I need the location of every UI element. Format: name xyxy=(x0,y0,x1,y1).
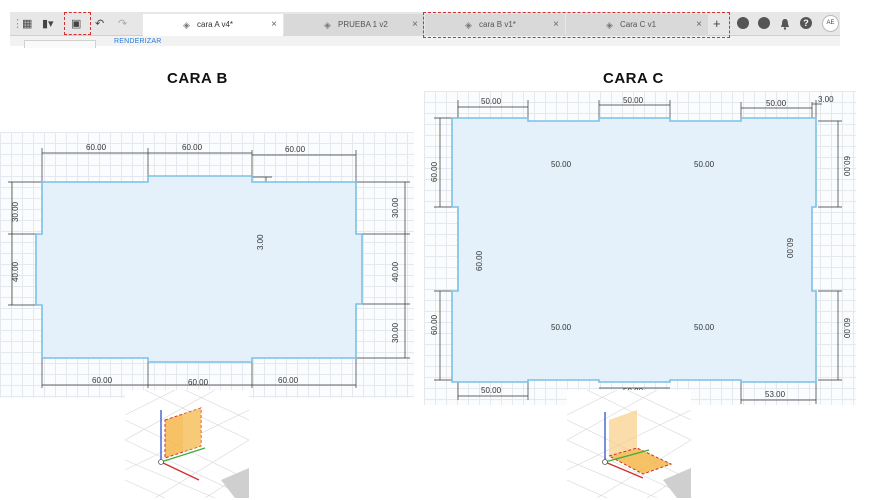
tab-label: PRUEBA 1 v2 xyxy=(338,20,388,29)
dimension-label: 30.00 xyxy=(391,197,400,218)
dimension-label: 60.00 xyxy=(92,376,113,385)
cara-c-title: CARA C xyxy=(603,70,664,87)
dimension-label: 60.00 xyxy=(430,314,439,335)
cara-b-face-outline[interactable] xyxy=(35,175,363,363)
dimension-label: 60.00 xyxy=(188,378,209,387)
dimension-label: 50.00 xyxy=(481,386,502,395)
dimension-label: 3.00 xyxy=(818,95,834,104)
dimension-label: 60.00 xyxy=(785,238,794,259)
extensions-icon[interactable] xyxy=(737,17,749,29)
dimension-label: 60.00 xyxy=(842,156,851,177)
dimension-label: 50.00 xyxy=(694,160,715,169)
save-highlight-box xyxy=(64,12,91,35)
dimension-label: 30.00 xyxy=(391,322,400,343)
dimension-label: 53.00 xyxy=(765,390,786,399)
dimension-label: 30.00 xyxy=(11,201,20,222)
dimension-label: 50.00 xyxy=(551,160,572,169)
dimension-label: 3.00 xyxy=(256,234,265,250)
dimension-label: 60.00 xyxy=(842,318,851,339)
cara-b-title: CARA B xyxy=(167,70,228,87)
tab-cara-a[interactable]: ◈ cara A v4* × xyxy=(143,14,283,36)
dimension-label: 60.00 xyxy=(475,250,484,271)
tabs-highlight-box xyxy=(423,12,730,38)
cara-b-sketch-panel: 60.00 60.00 60.00 60.00 60.00 60.00 30.0… xyxy=(0,132,414,398)
component-icon: ◈ xyxy=(324,20,331,30)
ribbon-workspace-box[interactable] xyxy=(24,40,96,48)
dimension-label: 50.00 xyxy=(551,323,572,332)
dimension-label: 40.00 xyxy=(11,261,20,282)
notifications-icon[interactable] xyxy=(779,17,791,30)
cara-b-sketch: 60.00 60.00 60.00 60.00 60.00 60.00 30.0… xyxy=(8,143,410,388)
dimension-label: 60.00 xyxy=(86,143,107,152)
cara-b-3d-preview xyxy=(124,389,250,499)
dimension-label: 40.00 xyxy=(391,261,400,282)
cara-c-face-outline[interactable] xyxy=(451,117,817,383)
dimension-label: 50.00 xyxy=(481,97,502,106)
file-menu-icon[interactable]: ▮▾ xyxy=(42,16,54,32)
dimension-label: 60.00 xyxy=(430,161,439,182)
redo-icon[interactable]: ↷ xyxy=(118,16,127,32)
close-icon[interactable]: × xyxy=(412,14,418,36)
new-tab-icon[interactable]: + xyxy=(713,16,721,32)
undo-icon[interactable]: ↶ xyxy=(95,16,104,32)
tab-prueba-1[interactable]: ◈ PRUEBA 1 v2 × xyxy=(284,14,424,36)
cara-c-3d-preview xyxy=(566,389,692,499)
tab-label: cara A v4* xyxy=(197,20,234,29)
dimension-label: 60.00 xyxy=(278,376,299,385)
job-status-icon[interactable] xyxy=(758,17,770,29)
dimension-label: 50.00 xyxy=(694,323,715,332)
cara-c-sketch: 50.00 50.00 50.00 3.00 50.00 50.00 50.00… xyxy=(430,95,851,404)
user-avatar[interactable]: AE xyxy=(822,15,839,32)
render-tab-label[interactable]: RENDERIZAR xyxy=(114,38,162,45)
component-icon: ◈ xyxy=(183,20,190,30)
dimension-label: 60.00 xyxy=(285,145,306,154)
cara-c-sketch-panel: 50.00 50.00 50.00 3.00 50.00 50.00 50.00… xyxy=(424,91,856,405)
grid-menu-icon[interactable]: ▦ xyxy=(22,16,32,32)
dimension-label: 50.00 xyxy=(623,96,644,105)
dimension-label: 50.00 xyxy=(766,99,787,108)
dimension-label: 60.00 xyxy=(182,143,203,152)
close-icon[interactable]: × xyxy=(271,14,277,36)
help-icon[interactable]: ? xyxy=(800,17,812,29)
